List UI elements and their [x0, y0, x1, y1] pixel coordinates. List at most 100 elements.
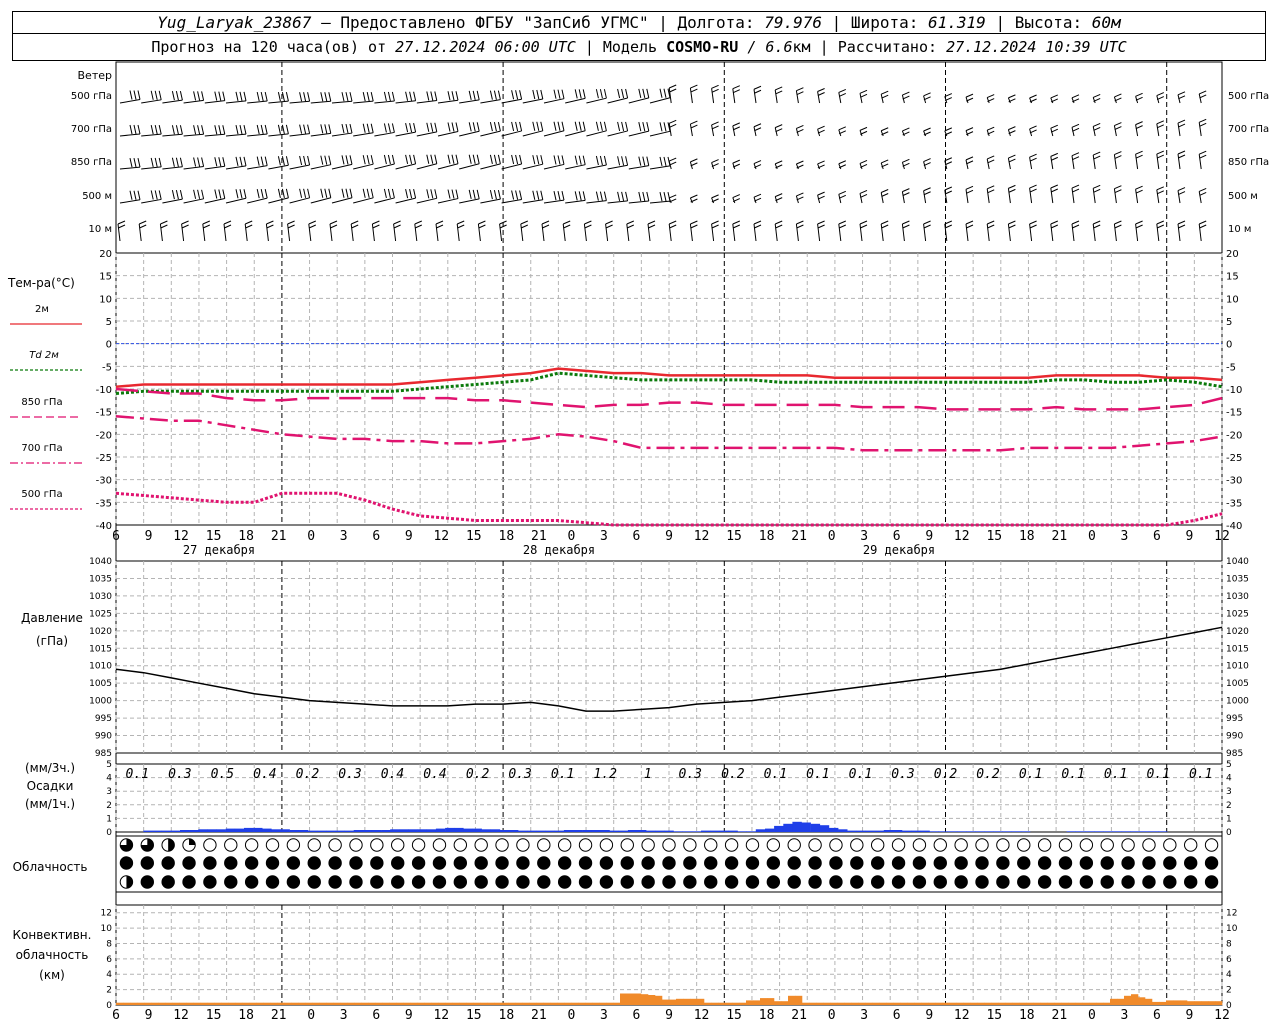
precip-period-total: 0.1: [849, 767, 872, 782]
wind-barb-flag: [859, 189, 868, 194]
wind-barb-flag: [578, 121, 582, 131]
wind-barb-flag: [754, 89, 762, 94]
wind-barb-flag: [391, 123, 395, 133]
x-tick-label: 12: [1214, 529, 1230, 544]
precip-bar: [1020, 831, 1031, 832]
convective-bar: [1138, 997, 1146, 1005]
wind-barb-flag: [451, 122, 455, 132]
convective-bar: [844, 1002, 852, 1005]
cloud-cover-symbol: [934, 875, 947, 889]
cloud-cover-symbol: [954, 838, 968, 852]
x-tick-label: 9: [925, 529, 933, 544]
cloud-cover-symbol: [934, 856, 947, 870]
wind-barb-flag: [838, 88, 846, 93]
wind-barb: [331, 132, 353, 137]
wind-barb-flag: [345, 155, 349, 165]
precip-bar: [655, 830, 665, 832]
wind-barb-flag: [515, 90, 519, 100]
x-tick-label: 12: [954, 529, 970, 544]
cloud-cover-symbol: [120, 856, 133, 870]
precip-axis-label: Осадки: [27, 779, 74, 793]
wind-barb-flag: [796, 224, 804, 229]
precip-bar: [509, 830, 519, 832]
wind-barb: [395, 163, 416, 170]
wind-barb-flag: [923, 127, 931, 132]
pressure-tick-label: 1015: [89, 644, 112, 654]
cloud-cover-symbol: [704, 856, 717, 870]
temp-tick-label-right: -5: [1226, 362, 1236, 373]
wind-barb-flag: [711, 194, 719, 199]
precip-period-total: 0.1: [1104, 767, 1127, 782]
wind-barb-flag: [617, 88, 621, 99]
wind-barb-flag: [158, 190, 162, 200]
wind-barb-flag: [690, 220, 698, 225]
wind-barb-flag: [345, 92, 349, 102]
convective-bar: [1012, 1002, 1020, 1005]
wind-barb-flag: [603, 121, 607, 131]
wind-barb-flag: [987, 220, 995, 225]
temp-tick-label-right: -10: [1226, 385, 1242, 396]
wind-barb-flag: [281, 92, 285, 102]
wind-barb-flag: [578, 89, 582, 99]
precip-bar: [984, 831, 994, 832]
wind-barb-flag: [243, 91, 247, 101]
wind-barb-flag: [860, 224, 868, 229]
wind-barb-flag: [1093, 220, 1101, 225]
pressure-tick-label-right: 985: [1226, 749, 1243, 759]
wind-barb: [753, 163, 757, 170]
wind-barb: [986, 158, 990, 170]
convective-bar: [704, 1002, 712, 1005]
wind-axis-label: Ветер: [78, 69, 112, 82]
wind-barb: [374, 100, 395, 104]
wind-barb-flag: [540, 89, 544, 100]
wind-barb-flag: [1029, 129, 1037, 134]
wind-barb-flag: [287, 220, 295, 225]
cloud-cover-symbol: [662, 838, 676, 852]
precip-bar: [344, 830, 354, 832]
wind-barb-flag: [659, 192, 663, 202]
wind-barb: [543, 98, 565, 104]
precip-period-total: 0.1: [1189, 767, 1212, 782]
wind-barb: [480, 198, 501, 204]
wind-barb-flag: [299, 124, 303, 134]
wind-barb: [774, 223, 778, 242]
wind-barb: [543, 163, 565, 170]
cloud-cover-symbol: [975, 838, 989, 852]
cloud-cover-symbol: [411, 838, 426, 852]
wind-barb-flag: [859, 159, 868, 164]
precip-period-total: 0.2: [466, 767, 490, 782]
wind-barb: [753, 89, 757, 104]
wind-barb-flag: [341, 188, 345, 198]
x-tick-label-bottom: 6: [633, 1008, 641, 1023]
cloud-cover-symbol: [1038, 875, 1051, 889]
cloud-cover-symbol: [203, 875, 217, 889]
wind-barb-flag: [1135, 125, 1143, 130]
wind-barb: [287, 223, 291, 242]
wind-barb-flag: [881, 127, 889, 132]
x-tick-label-bottom: 9: [145, 1008, 153, 1023]
wind-barb-flag: [817, 160, 825, 165]
pressure-tick-label: 1040: [89, 557, 112, 567]
wind-barb-flag: [223, 220, 232, 225]
wind-barb-flag: [838, 126, 846, 131]
convective-bar: [648, 995, 656, 1005]
pressure-tick-label-right: 1000: [1226, 697, 1249, 707]
wind-barb-flag: [540, 190, 544, 200]
wind-barb: [1029, 188, 1033, 204]
wind-barb: [353, 100, 374, 104]
convective-bar: [991, 1002, 999, 1005]
precip-period-total: 0.2: [934, 767, 958, 782]
wind-barb-flag: [391, 188, 395, 199]
x-tick-label-bottom: 12: [694, 1008, 710, 1023]
wind-barb-flag: [690, 194, 698, 199]
temp-tick-label-right: -35: [1226, 498, 1242, 509]
wind-barb-flag: [902, 127, 910, 132]
wind-barb-flag: [595, 191, 599, 201]
wind-level-label: 10 м: [89, 224, 112, 235]
wind-barb-flag: [1199, 90, 1207, 95]
wind-barb: [268, 100, 289, 104]
precip-bar: [929, 831, 939, 832]
wind-barb: [395, 100, 416, 104]
precip-bar: [865, 830, 875, 832]
wind-barb: [607, 164, 628, 170]
